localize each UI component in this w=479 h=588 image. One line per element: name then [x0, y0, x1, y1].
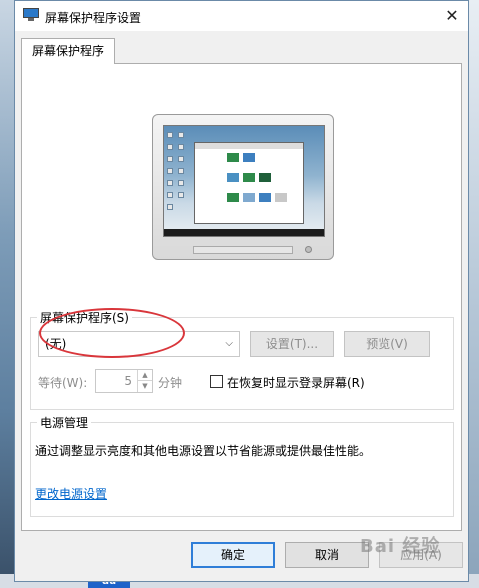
monitor-preview [152, 114, 334, 264]
power-description: 通过调整显示亮度和其他电源设置以节省能源或提供最佳性能。 [35, 444, 372, 458]
tab-panel: 屏幕保护程序(S) (无) ⌵ 设置(T)... 预览(V) 等待(W): 5 … [21, 63, 462, 531]
tab-screensaver[interactable]: 屏幕保护程序 [21, 38, 116, 64]
preview-button[interactable]: 预览(V) [344, 331, 430, 357]
chevron-down-icon: ⌵ [225, 338, 233, 349]
resume-login-checkbox[interactable] [210, 375, 223, 388]
settings-button[interactable]: 设置(T)... [250, 331, 334, 357]
wait-value: 5 [124, 374, 132, 388]
screensaver-group-label: 屏幕保护程序(S) [37, 309, 132, 326]
window-title: 屏幕保护程序设置 [45, 11, 142, 25]
monitor-icon [23, 8, 39, 22]
ok-button[interactable]: 确定 [191, 542, 275, 568]
screensaver-group: 屏幕保护程序(S) (无) ⌵ 设置(T)... 预览(V) 等待(W): 5 … [30, 309, 454, 410]
change-power-settings-link[interactable]: 更改电源设置 [35, 485, 107, 502]
screensaver-select[interactable]: (无) ⌵ [38, 331, 240, 357]
spin-down-icon[interactable]: ▼ [138, 381, 152, 392]
power-group: 电源管理 通过调整显示亮度和其他电源设置以节省能源或提供最佳性能。 更改电源设置 [30, 414, 454, 517]
cancel-button[interactable]: 取消 [285, 542, 369, 568]
resume-login-label[interactable]: 在恢复时显示登录屏幕(R) [227, 374, 365, 391]
minutes-label: 分钟 [158, 376, 183, 390]
desktop-background-left [0, 0, 14, 588]
close-button[interactable]: ✕ [436, 1, 468, 31]
spin-up-icon[interactable]: ▲ [138, 370, 152, 381]
wait-minutes-stepper[interactable]: 5 ▲ ▼ [95, 369, 153, 393]
preview-screen [163, 125, 325, 237]
title-bar[interactable]: 屏幕保护程序设置 ✕ [15, 1, 468, 31]
screensaver-selected-value: (无) [45, 337, 67, 351]
power-led-icon [305, 246, 312, 253]
power-group-label: 电源管理 [37, 414, 92, 431]
screensaver-settings-dialog: 屏幕保护程序设置 ✕ 屏幕保护程序 屏幕保护程序(S) (无) ⌵ 设置(T).… [14, 0, 469, 582]
wait-label: 等待(W): [38, 376, 88, 390]
watermark-logo: Bai 经验 [360, 536, 441, 557]
